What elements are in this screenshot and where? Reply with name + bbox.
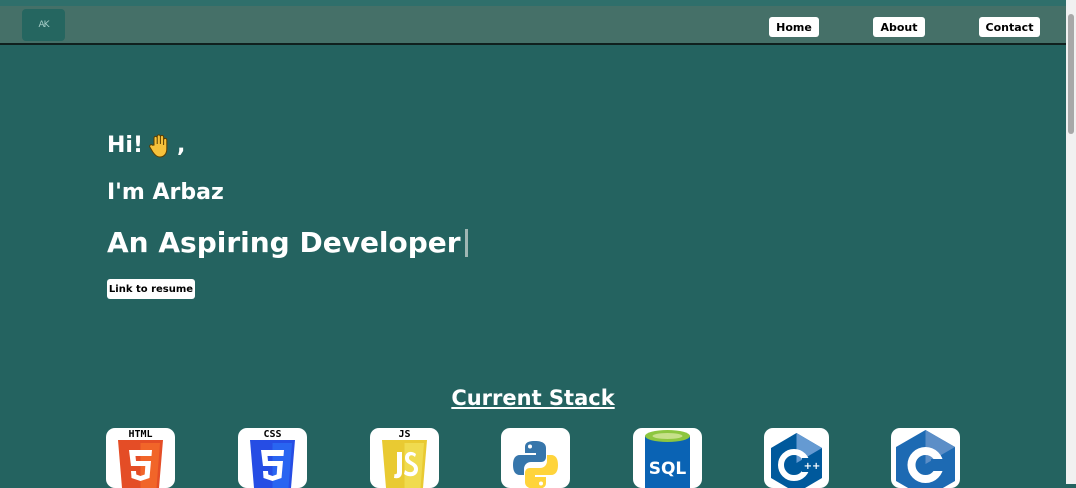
resume-link-button[interactable]: Link to resume	[107, 279, 195, 299]
scrollbar-thumb[interactable]	[1068, 14, 1074, 134]
css3-icon: CSS	[238, 428, 307, 488]
nav-contact-button[interactable]: Contact	[979, 17, 1040, 37]
intro-name: I'm Arbaz	[107, 180, 224, 205]
greeting-text: Hi!	[107, 133, 143, 158]
css3-icon-label: CSS	[263, 429, 281, 440]
typing-cursor	[464, 228, 468, 257]
python-icon	[501, 428, 570, 488]
html5-icon: HTML	[106, 428, 175, 488]
html5-icon-label: HTML	[128, 429, 152, 440]
c-icon	[891, 428, 960, 488]
page-scrollbar[interactable]	[1066, 0, 1076, 484]
nav-home-button[interactable]: Home	[769, 17, 819, 37]
role-text: An Aspiring Developer	[107, 226, 461, 259]
intro-role: An Aspiring Developer	[107, 226, 468, 259]
nav-about-button[interactable]: About	[873, 17, 925, 37]
greeting: Hi! ,	[107, 133, 185, 158]
cplusplus-icon: ++	[764, 428, 829, 488]
sql-icon: SQL	[633, 428, 702, 488]
javascript-icon: JS	[370, 428, 439, 488]
raised-hand-icon	[149, 133, 171, 158]
svg-text:++: ++	[804, 461, 821, 472]
stack-title: Current Stack	[451, 386, 615, 410]
greeting-suffix: ,	[177, 133, 186, 158]
logo[interactable]: AK	[22, 9, 65, 41]
sql-icon-label: SQL	[649, 459, 687, 479]
javascript-icon-label: JS	[398, 429, 410, 440]
navbar: AK Home About Contact	[0, 6, 1066, 45]
